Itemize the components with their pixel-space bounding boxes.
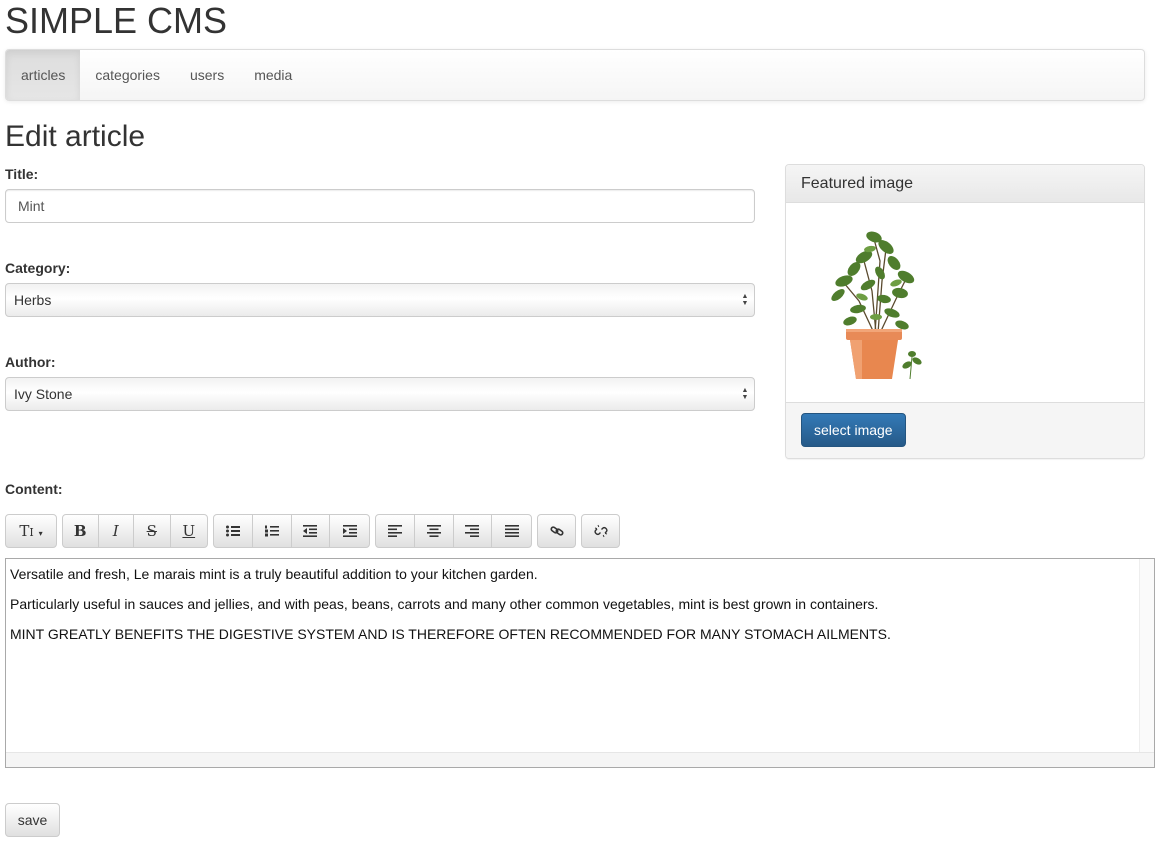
list-group [213,514,370,548]
bold-icon: B [73,522,87,540]
align-left-button[interactable] [376,515,415,547]
font-size-button[interactable]: TI ▾ [6,515,56,547]
editor-content[interactable]: Versatile and fresh, Le marais mint is a… [10,565,1136,655]
nav-item-media[interactable]: media [239,50,307,100]
justify-button[interactable] [492,515,531,547]
editor-paragraph: MINT GREATLY BENEFITS THE DIGESTIVE SYST… [10,626,891,642]
italic-icon: I [112,522,119,540]
featured-image-heading: Featured image [786,165,1144,203]
author-label: Author: [5,354,56,370]
text-style-group: B I S U [62,514,208,548]
editor-horizontal-scrollbar[interactable] [6,752,1154,767]
outdent-button[interactable] [292,515,331,547]
featured-image-panel: Featured image select image [785,164,1145,459]
underline-icon: U [182,522,196,540]
align-right-button[interactable] [454,515,493,547]
align-group [375,514,532,548]
main-navbar: articles categories users media [5,49,1145,101]
save-button[interactable]: save [5,803,60,837]
strikethrough-icon: S [146,522,157,540]
align-center-icon [426,525,441,537]
bold-button[interactable]: B [63,515,99,547]
nav-item-users[interactable]: users [175,50,239,100]
editor-paragraph: Versatile and fresh, Le marais mint is a… [10,566,538,582]
outdent-icon [303,525,318,537]
select-arrows-icon: ▲ ▼ [741,293,749,307]
bullet-list-icon [225,525,240,537]
editor-paragraph: Particularly useful in sauces and jellie… [10,596,879,612]
select-arrows-icon: ▲ ▼ [741,387,749,401]
nav-item-articles[interactable]: articles [6,50,81,100]
unlink-icon [593,524,608,538]
align-right-icon [465,525,480,537]
select-image-button[interactable]: select image [801,413,906,447]
underline-button[interactable]: U [171,515,207,547]
category-select[interactable]: Herbs ▲ ▼ [5,283,755,317]
app-title: SIMPLE CMS [5,0,228,41]
link-group [537,514,576,548]
content-editor[interactable]: Versatile and fresh, Le marais mint is a… [5,558,1155,768]
font-size-group: TI ▾ [5,514,57,548]
featured-image-body [786,203,1144,403]
category-select-value: Herbs [14,292,52,308]
bullet-list-button[interactable] [214,515,253,547]
link-icon [549,526,564,536]
unlink-group [581,514,620,548]
numbered-list-button[interactable] [253,515,292,547]
font-size-icon: TI ▾ [19,522,43,540]
author-select-value: Ivy Stone [14,386,73,402]
align-center-button[interactable] [415,515,454,547]
content-label: Content: [5,481,63,497]
author-select[interactable]: Ivy Stone ▲ ▼ [5,377,755,411]
title-input[interactable] [5,189,755,223]
title-label: Title: [5,166,39,182]
potted-mint-image [831,231,922,380]
editor-vertical-scrollbar[interactable] [1139,559,1154,752]
category-label: Category: [5,260,71,276]
page-title: Edit article [5,120,146,153]
align-left-icon [387,525,402,537]
indent-button[interactable] [330,515,369,547]
nav-item-categories[interactable]: categories [80,50,175,100]
numbered-list-icon [264,525,279,537]
featured-image-footer: select image [786,402,1144,458]
strikethrough-button[interactable]: S [134,515,171,547]
justify-icon [504,525,519,537]
italic-button[interactable]: I [99,515,135,547]
indent-icon [342,525,357,537]
link-button[interactable] [538,515,575,547]
unlink-button[interactable] [582,515,619,547]
